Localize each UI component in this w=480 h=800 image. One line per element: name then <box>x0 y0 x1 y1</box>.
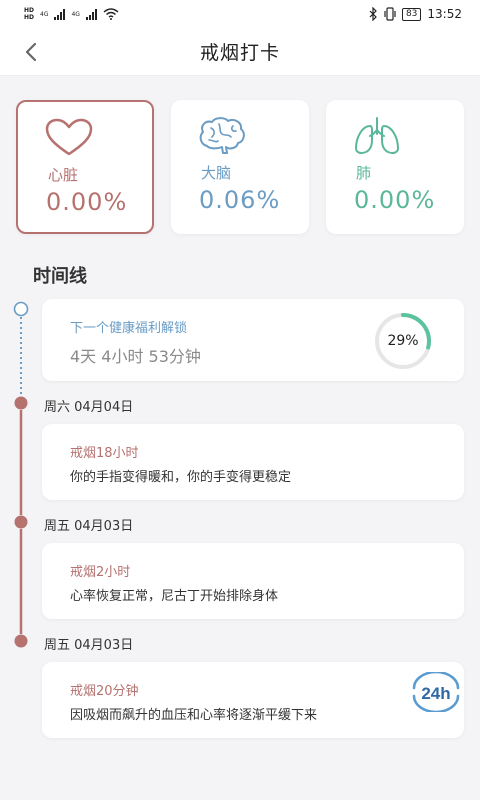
hd-indicator: HD HD <box>24 7 34 21</box>
milestone-desc: 因吸烟而飙升的血压和心率将逐渐平缓下来 <box>70 708 318 723</box>
organ-card-brain[interactable]: 大脑 0.06% <box>171 100 309 234</box>
battery-icon: 83 <box>401 7 422 21</box>
status-right: 83 13:52 <box>368 7 462 21</box>
milestone-card[interactable]: 戒烟2小时 心率恢复正常，尼古丁开始排除身体 <box>42 543 464 619</box>
organ-name: 大脑 <box>201 164 232 182</box>
network-label-1: 4G <box>40 10 49 18</box>
signal-icon <box>54 8 66 20</box>
milestone-desc: 你的手指变得暖和，你的手变得更稳定 <box>70 470 292 485</box>
next-unlock-label: 下一个健康福利解锁 <box>70 321 188 336</box>
timeline-date: 周五 04月03日 <box>44 638 134 653</box>
next-unlock-remaining: 4天 4小时 53分钟 <box>70 347 201 366</box>
organ-value: 0.00% <box>46 188 128 216</box>
signal-icon-2 <box>85 8 97 20</box>
next-unlock-card[interactable]: 下一个健康福利解锁 4天 4小时 53分钟 29% <box>42 299 464 381</box>
heart-icon <box>45 118 93 156</box>
back-arrow-icon[interactable] <box>18 38 46 66</box>
organ-card-heart[interactable]: 心脏 0.00% <box>16 100 154 234</box>
page-title: 戒烟打卡 <box>199 42 280 64</box>
milestone-title: 戒烟2小时 <box>70 565 131 580</box>
timeline-node <box>14 634 28 648</box>
timeline-date: 周五 04月03日 <box>44 519 134 534</box>
hd-label-1: HD <box>24 7 35 14</box>
organ-value: 0.06% <box>199 186 281 214</box>
milestone-title: 戒烟20分钟 <box>70 684 139 699</box>
bluetooth-icon <box>369 7 377 21</box>
hd-label-2: HD <box>24 14 35 21</box>
organ-card-lungs[interactable]: 肺 0.00% <box>326 100 464 234</box>
milestone-card[interactable]: 戒烟20分钟 因吸烟而飙升的血压和心率将逐渐平缓下来 24h <box>42 662 464 738</box>
milestone-desc: 心率恢复正常，尼古丁开始排除身体 <box>70 589 279 604</box>
app-header: 戒烟打卡 <box>0 28 480 76</box>
timeline-node <box>14 396 28 410</box>
status-left: HD HD 4G 4G <box>24 7 119 21</box>
badge-24h-icon: 24h <box>412 672 460 712</box>
organ-name: 肺 <box>356 164 372 182</box>
timeline-node <box>14 515 28 529</box>
milestone-title: 戒烟18小时 <box>70 446 139 461</box>
badge-24h-text: 24h <box>421 684 450 703</box>
organ-value: 0.00% <box>354 186 436 214</box>
lungs-icon <box>355 117 399 154</box>
organ-name: 心脏 <box>48 166 79 184</box>
progress-percent: 29% <box>387 333 419 349</box>
vibrate-icon <box>384 7 396 21</box>
timeline-date: 周六 04月04日 <box>44 400 134 415</box>
wifi-icon <box>103 8 119 20</box>
milestone-card[interactable]: 戒烟18小时 你的手指变得暖和，你的手变得更稳定 <box>42 424 464 500</box>
timeline-node-upcoming <box>13 301 29 317</box>
status-bar: HD HD 4G 4G 83 13:52 <box>0 0 480 28</box>
brain-icon <box>199 117 245 154</box>
status-time: 13:52 <box>427 7 462 21</box>
network-label-2: 4G <box>71 10 80 18</box>
timeline-title: 时间线 <box>33 266 87 287</box>
